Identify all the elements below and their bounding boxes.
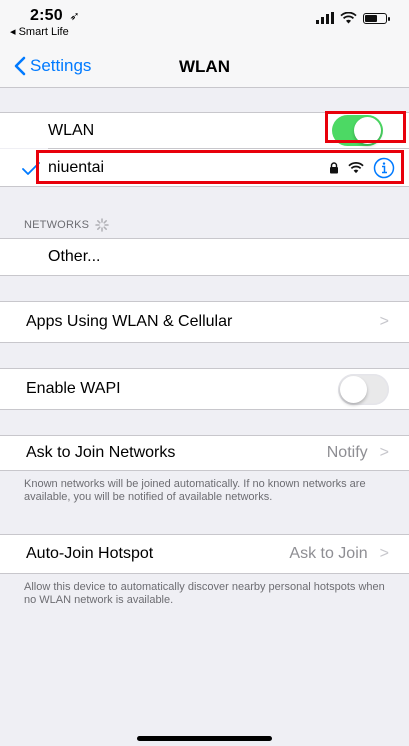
enable-wapi-label: Enable WAPI: [26, 380, 121, 397]
ask-to-join-label: Ask to Join Networks: [26, 444, 176, 461]
battery-icon: [363, 12, 390, 24]
status-time-text: 2:50: [30, 7, 63, 24]
toggle-knob: [340, 375, 367, 403]
ask-to-join-footnote: Known networks will be joined automatica…: [24, 478, 366, 503]
toggle-highlight-box: [325, 111, 406, 143]
chevron-right-icon: >: [379, 545, 389, 562]
status-bar: 2:50 ➶ ◂ Smart Life: [0, 0, 409, 44]
home-indicator[interactable]: [137, 736, 272, 741]
auto-join-hotspot-row[interactable]: Auto-Join Hotspot Ask to Join >: [0, 534, 409, 574]
enable-wapi-toggle[interactable]: [338, 373, 389, 405]
auto-join-hotspot-label: Auto-Join Hotspot: [26, 545, 154, 562]
chevron-right-icon: >: [379, 444, 389, 461]
location-arrow-icon: ➶: [69, 9, 80, 23]
networks-section-header: NETWORKS: [24, 218, 109, 232]
loading-spinner-icon: [95, 218, 109, 232]
auto-join-hotspot-value: Ask to Join: [289, 545, 368, 562]
networks-header-label: NETWORKS: [24, 219, 90, 231]
enable-wapi-row: Enable WAPI: [0, 368, 409, 410]
page-title: WLAN: [179, 57, 230, 76]
auto-join-footnote: Allow this device to automatically disco…: [24, 581, 385, 606]
cellular-signal-icon: [316, 12, 334, 24]
status-icons: [316, 12, 390, 24]
apps-using-wlan-row[interactable]: Apps Using WLAN & Cellular >: [0, 301, 409, 343]
back-to-app-link[interactable]: ◂ Smart Life: [10, 25, 69, 38]
ask-to-join-row[interactable]: Ask to Join Networks Notify >: [0, 435, 409, 471]
chevron-right-icon: >: [379, 313, 389, 330]
other-network-label: Other...: [48, 248, 101, 265]
wlan-label: WLAN: [48, 121, 95, 139]
other-network-row[interactable]: Other...: [0, 238, 409, 276]
network-highlight-box: [36, 150, 404, 184]
navigation-bar: Settings WLAN: [0, 44, 409, 88]
apps-using-wlan-label: Apps Using WLAN & Cellular: [26, 313, 233, 330]
status-time: 2:50 ➶: [30, 7, 80, 25]
wifi-icon: [340, 12, 357, 24]
ask-to-join-value: Notify: [326, 444, 368, 461]
